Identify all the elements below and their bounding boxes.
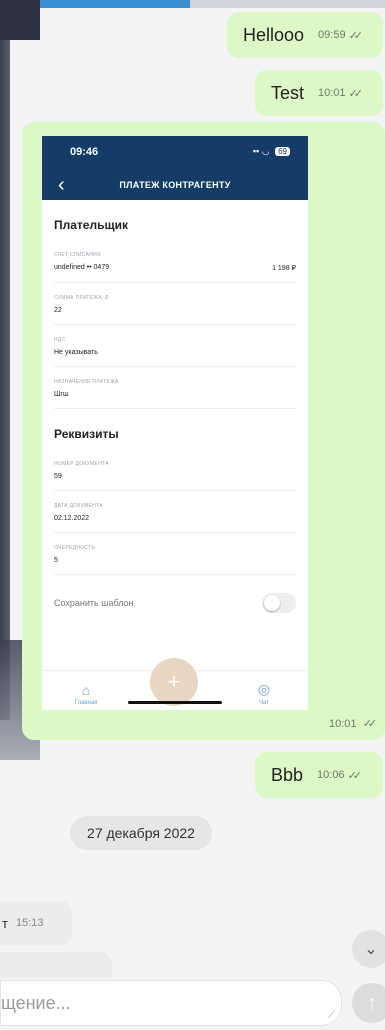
background-window-edge — [0, 0, 40, 40]
field-value: 02.12.2022 — [54, 515, 296, 522]
field-label: СЧЕТ СПИСАНИЯ — [54, 252, 101, 258]
field-value: Шгш — [54, 391, 296, 398]
field-label: СУММА ПЛАТЕЖА, ₽ — [54, 295, 109, 301]
message-input[interactable] — [1, 981, 321, 1025]
background-window-edge — [0, 40, 10, 720]
double-check-icon: ✓✓ — [348, 29, 364, 42]
field-label: НАЗНАЧЕНИЕ ПЛАТЕЖА — [54, 379, 119, 385]
form-field: СЧЕТ СПИСАНИЯ undefined •• 0479 1 198 ₽ — [54, 240, 296, 283]
message-text: т — [2, 915, 8, 931]
home-indicator — [128, 701, 222, 704]
amount-value: 22 — [54, 307, 62, 314]
field-label: НДС — [54, 337, 66, 343]
form-field: СУММА ПЛАТЕЖА, ₽ 22 — [54, 283, 296, 325]
phone-body: Плательщик СЧЕТ СПИСАНИЯ undefined •• 04… — [42, 218, 308, 623]
field-value: 59 — [54, 473, 296, 480]
priority-value: 5 — [54, 557, 58, 564]
image-message-meta: 10:01 ✓✓ — [328, 717, 378, 730]
scroll-down-button[interactable]: ⌄ — [352, 930, 385, 968]
form-field: НАЗНАЧЕНИЕ ПЛАТЕЖА Шгш — [54, 367, 296, 409]
attached-screenshot[interactable]: 09:46 ▪▪ ◡ 69 ‹ ПЛАТЕЖ КОНТРАГЕНТУ Плате… — [42, 136, 308, 710]
tab-chat-label: Чат — [259, 700, 269, 706]
field-value: 5 — [54, 557, 296, 564]
save-template-label: Сохранить шаблон — [54, 598, 134, 608]
message-time: 10:01 — [328, 718, 357, 730]
message-text: Bbb — [271, 764, 304, 785]
form-field: НОМЕР ДОКУМЕНТА 59 — [54, 449, 296, 491]
home-icon: ⌂ — [81, 682, 91, 698]
section-title: Плательщик — [54, 218, 128, 232]
chat-icon: ◎ — [257, 681, 271, 697]
message-time: 10:06 — [317, 769, 345, 781]
phone-title: ПЛАТЕЖ КОНТРАГЕНТУ — [119, 180, 231, 190]
date-separator: 27 декабря 2022 — [70, 816, 212, 850]
form-field: НДС Не указывать — [54, 325, 296, 367]
message-time: 15:13 — [15, 917, 44, 929]
form-field: ДАТА ДОКУМЕНТА 02.12.2022 — [54, 491, 296, 533]
message-time: 09:59 — [318, 29, 346, 41]
purpose-value: Шгш — [54, 391, 69, 398]
phone-status-time: 09:46 — [70, 146, 99, 158]
chevron-down-icon: ⌄ — [364, 941, 378, 958]
outgoing-message[interactable]: Bbb 10:06 ✓✓ — [255, 752, 383, 798]
incoming-message[interactable] — [0, 952, 112, 978]
tab-home: ⌂ Главная — [66, 682, 106, 706]
account-value: undefined •• 0479 — [54, 264, 110, 271]
tab-home-label: Главная — [74, 700, 98, 706]
wifi-icon: ◡ — [261, 146, 270, 156]
form-field: ОЧЕРЕДНОСТЬ 5 — [54, 533, 296, 575]
plus-icon: + — [150, 658, 198, 706]
phone-tabbar: ⌂ Главная + ◎ Чат — [42, 658, 308, 710]
send-button[interactable]: ↑ — [352, 983, 385, 1023]
outgoing-message[interactable]: Hellooo 09:59 ✓✓ — [227, 12, 383, 58]
message-text: Test — [271, 82, 305, 103]
field-label: НОМЕР ДОКУМЕНТА — [54, 461, 109, 467]
top-bar-accent — [40, 0, 190, 8]
tab-chat: ◎ Чат — [244, 681, 284, 706]
field-label: ОЧЕРЕДНОСТЬ — [54, 545, 96, 551]
battery-icon: 69 — [275, 147, 290, 156]
phone-header: 09:46 ▪▪ ◡ 69 ‹ ПЛАТЕЖ КОНТРАГЕНТУ — [42, 136, 308, 200]
save-template-toggle — [262, 593, 296, 613]
top-bar-gray — [190, 0, 385, 8]
doc-number-value: 59 — [54, 473, 62, 480]
save-template-row: Сохранить шаблон — [54, 575, 296, 623]
field-value: undefined •• 0479 1 198 ₽ — [54, 264, 296, 272]
phone-status-icons: ▪▪ ◡ 69 — [253, 146, 290, 157]
outgoing-message[interactable]: Test 10:01 ✓✓ — [255, 70, 383, 116]
section-title: Реквизиты — [54, 427, 119, 441]
field-value: 22 — [54, 307, 296, 314]
vat-value: Не указывать — [54, 349, 98, 356]
double-check-icon: ✓✓ — [347, 769, 363, 782]
message-composer[interactable]: ⟋ — [0, 980, 342, 1026]
account-balance: 1 198 ₽ — [272, 265, 296, 272]
arrow-up-icon: ↑ — [367, 991, 377, 1014]
message-time: 10:01 — [318, 87, 346, 99]
field-label: ДАТА ДОКУМЕНТА — [54, 503, 103, 509]
incoming-message[interactable]: т 15:13 — [0, 901, 72, 945]
resize-grip-icon[interactable]: ⟋ — [328, 1010, 335, 1021]
field-value: Не указывать — [54, 349, 296, 356]
message-text: Hellooo — [243, 24, 305, 45]
signal-icon: ▪▪ — [252, 146, 260, 156]
doc-date-value: 02.12.2022 — [54, 515, 90, 522]
double-check-icon: ✓✓ — [348, 87, 364, 100]
double-check-icon: ✓✓ — [362, 718, 378, 730]
